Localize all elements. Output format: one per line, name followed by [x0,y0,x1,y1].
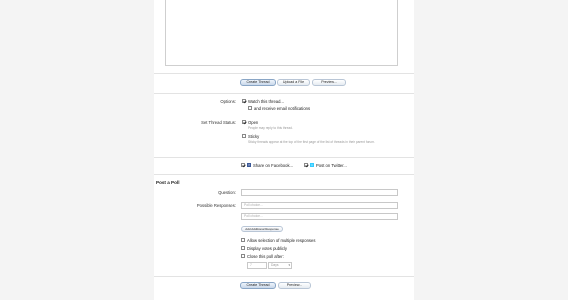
divider [154,174,414,175]
create-thread-button[interactable]: Create Thread [240,79,276,86]
sticky-checkbox[interactable] [242,134,246,138]
divider [154,157,414,158]
create-thread-button[interactable]: Create Thread [240,282,276,289]
poll-question-label: Question: [218,190,236,195]
divider [154,93,414,94]
watch-thread-label: Watch this thread... [248,99,284,104]
divider [154,73,414,74]
possible-responses-label: Possible Responses: [196,203,236,208]
options-label: Options: [220,99,236,104]
close-poll-checkbox[interactable] [241,254,245,258]
facebook-share-checkbox[interactable] [241,163,245,167]
preview-button[interactable]: Preview... [312,79,346,86]
open-checkbox[interactable] [242,120,246,124]
open-label: Open [248,120,259,125]
email-notify-checkbox[interactable] [248,106,252,110]
close-poll-days-input[interactable]: 7 [247,262,267,269]
divider [154,276,414,277]
upload-file-button[interactable]: Upload a File [277,79,310,86]
close-poll-unit-select[interactable]: Days ▾ [268,262,292,269]
twitter-post-checkbox[interactable] [304,163,308,167]
facebook-share-label: Share on Facebook... [253,163,294,168]
multiple-responses-label: Allow selection of multiple responses [247,238,316,243]
sticky-label: Sticky [248,134,260,139]
thread-status-label: Set Thread Status: [201,120,236,125]
close-poll-unit-value: Days [271,263,279,267]
open-hint: People may reply to this thread. [248,126,293,130]
sticky-hint: Sticky threads appear at the top of the … [248,140,375,144]
poll-section-title: Post a Poll [156,180,180,185]
email-notify-label: and receive email notifications [254,106,311,111]
add-response-button[interactable]: Add Additional Response [241,226,283,232]
poll-response-input[interactable]: Poll choice... [241,202,398,209]
preview-button[interactable]: Preview... [278,282,311,289]
public-votes-label: Display votes publicly [247,246,288,251]
close-poll-label: Close this poll after: [247,254,284,259]
public-votes-checkbox[interactable] [241,246,245,250]
poll-response-input[interactable]: Poll choice... [241,213,398,220]
message-editor[interactable] [165,0,398,66]
multiple-responses-checkbox[interactable] [241,238,245,242]
facebook-icon: f [247,163,251,167]
twitter-post-label: Post on Twitter... [316,163,347,168]
poll-question-input[interactable] [241,189,398,196]
twitter-icon: t [310,163,314,167]
chevron-down-icon: ▾ [288,263,290,267]
watch-thread-checkbox[interactable] [242,99,246,103]
